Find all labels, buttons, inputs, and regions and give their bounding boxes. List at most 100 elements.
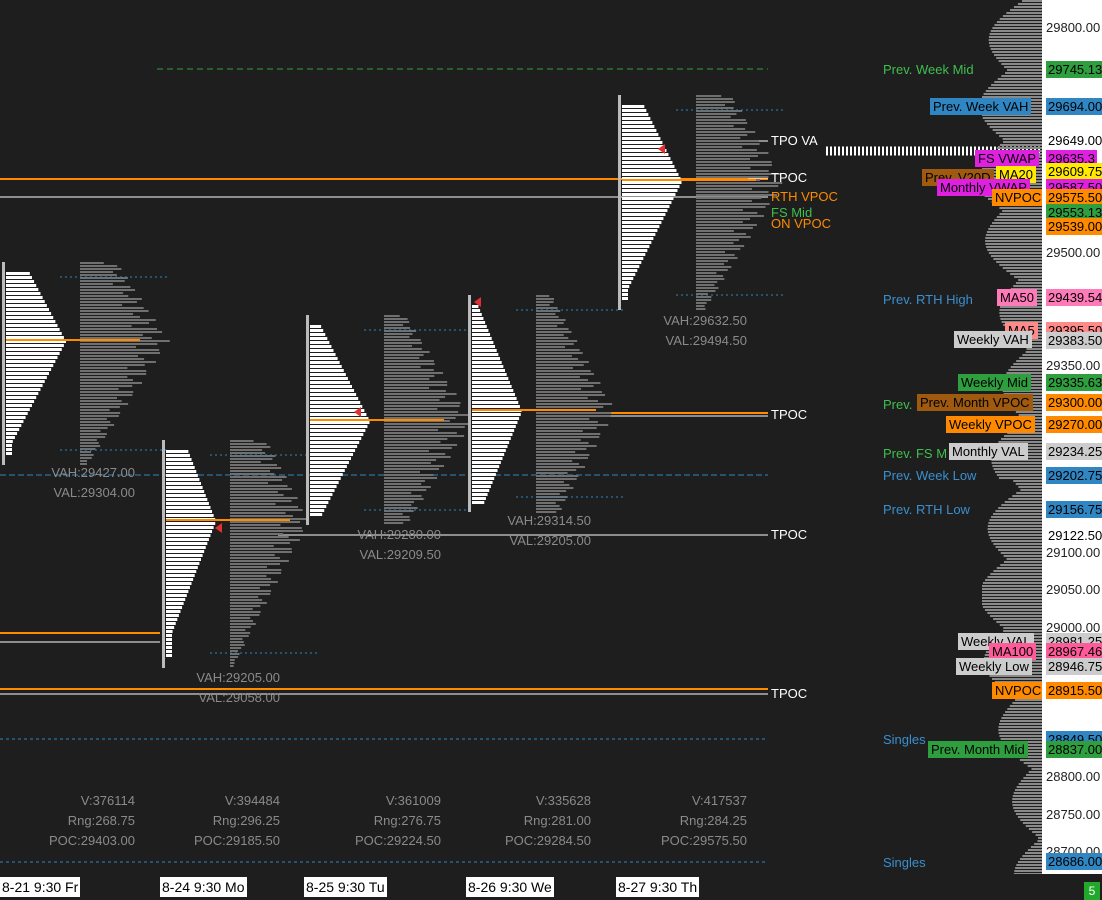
- volume-bar: [696, 98, 734, 100]
- tpo-bar: [472, 365, 504, 368]
- volume-bar: [696, 257, 738, 259]
- volume-bar: [80, 328, 158, 330]
- label-prev-week-mid: Prev. Week Mid: [883, 62, 974, 77]
- volume-bar: [987, 612, 1042, 614]
- axis-tag: 29234.25: [1046, 443, 1102, 460]
- volume-bar: [230, 581, 278, 583]
- volume-bar: [1022, 354, 1042, 356]
- volume-bar: [696, 134, 748, 136]
- volume-bar: [230, 575, 267, 577]
- tpo-bar: [310, 325, 322, 328]
- volume-bar: [696, 233, 747, 235]
- volume-bar: [696, 101, 735, 103]
- tpo-bar: [472, 493, 488, 496]
- tpo-bar: [310, 361, 340, 364]
- tpo-bar: [6, 272, 30, 275]
- price-tick: 29350.00: [1046, 358, 1101, 373]
- volume-bar: [230, 440, 254, 442]
- volume-bar: [696, 272, 717, 274]
- tpo-bar: [310, 421, 370, 424]
- volume-bar: [1001, 75, 1042, 77]
- tpo-bar: [166, 626, 175, 629]
- volume-bar: [696, 167, 751, 169]
- va-high-5: VAH:29632.50: [663, 313, 747, 328]
- volume-bar: [80, 379, 133, 381]
- volume-bar: [999, 309, 1042, 311]
- tpo-bar: [472, 397, 517, 400]
- corner-badge[interactable]: 5: [1084, 882, 1100, 900]
- tpo-bar: [166, 534, 211, 537]
- volume-bar: [536, 481, 564, 483]
- tpo-bar: [622, 269, 638, 272]
- volume-bar: [80, 433, 107, 435]
- tpo-bar: [166, 522, 216, 525]
- volume-bar: [80, 286, 131, 288]
- tpo-bar: [166, 538, 209, 541]
- label-on-vpoc: ON VPOC: [771, 216, 831, 231]
- volume-bar: [1013, 6, 1042, 8]
- tpo-bar: [622, 161, 673, 164]
- volume-bar: [696, 224, 757, 226]
- volume-bar: [989, 537, 1042, 539]
- label-nvpoc-2: NVPOC: [992, 682, 1045, 699]
- volume-bar: [1012, 702, 1042, 704]
- volume-bar: [999, 315, 1042, 317]
- tpo-bar: [622, 245, 650, 248]
- volume-bar: [989, 675, 1042, 677]
- volume-bar: [536, 421, 598, 423]
- volume-bar: [80, 322, 149, 324]
- volume-bar: [1014, 810, 1042, 812]
- volume-bar: [230, 563, 280, 565]
- axis-tag: 29122.50: [1046, 527, 1102, 544]
- tpo-bar: [310, 489, 335, 492]
- volume-bar: [989, 519, 1042, 521]
- volume-bar: [80, 421, 111, 423]
- tpo-bar: [6, 332, 62, 335]
- volume-bar: [384, 483, 422, 485]
- volume-bar: [696, 191, 769, 193]
- volume-bar: [993, 258, 1042, 260]
- volume-bar: [696, 299, 712, 301]
- volume-bar: [80, 373, 147, 375]
- tpo-bar: [6, 420, 24, 423]
- tpo-bar: [472, 413, 521, 416]
- label-prev-week-vah: Prev. Week VAH: [930, 98, 1032, 115]
- volume-bar: [999, 723, 1042, 725]
- volume-bar: [1014, 276, 1042, 278]
- chart-area[interactable]: Prev. Week Mid Prev. Week VAH FS VWAP Pr…: [0, 0, 1045, 874]
- volume-bar: [696, 278, 725, 280]
- axis-tag: 29745.13: [1046, 61, 1102, 78]
- tpo-bar: [6, 284, 37, 287]
- volume-bar: [384, 357, 420, 359]
- volume-bar: [1018, 486, 1042, 488]
- volume-bar: [230, 485, 288, 487]
- volume-bar: [80, 295, 129, 297]
- tpo-bar: [472, 361, 502, 364]
- volume-bar: [80, 307, 144, 309]
- volume-bar: [230, 539, 300, 541]
- tpo-bar: [166, 570, 197, 573]
- tpo-bar: [166, 590, 189, 593]
- volume-bar: [696, 254, 735, 256]
- tpo-bar: [622, 213, 666, 216]
- volume-bar: [536, 502, 556, 504]
- volume-bar: [80, 352, 160, 354]
- volume-bar: [696, 197, 762, 199]
- label-weekly-low: Weekly Low: [956, 658, 1032, 675]
- volume-bar: [80, 343, 158, 345]
- volume-bar: [988, 39, 1042, 41]
- tpo-bar: [622, 109, 647, 112]
- volume-bar: [230, 524, 281, 526]
- volume-bar: [985, 90, 1042, 92]
- volume-bar: [996, 621, 1042, 623]
- volume-bar: [696, 149, 757, 151]
- tpo-bar: [6, 404, 32, 407]
- volume-bar: [990, 573, 1042, 575]
- volume-bar: [80, 316, 140, 318]
- volume-bar: [536, 403, 613, 405]
- tpo-bar: [472, 321, 486, 324]
- tpo-bar: [166, 650, 172, 653]
- volume-bar: [1003, 435, 1042, 437]
- volume-bar: [230, 572, 282, 574]
- tpo-bar: [622, 173, 679, 176]
